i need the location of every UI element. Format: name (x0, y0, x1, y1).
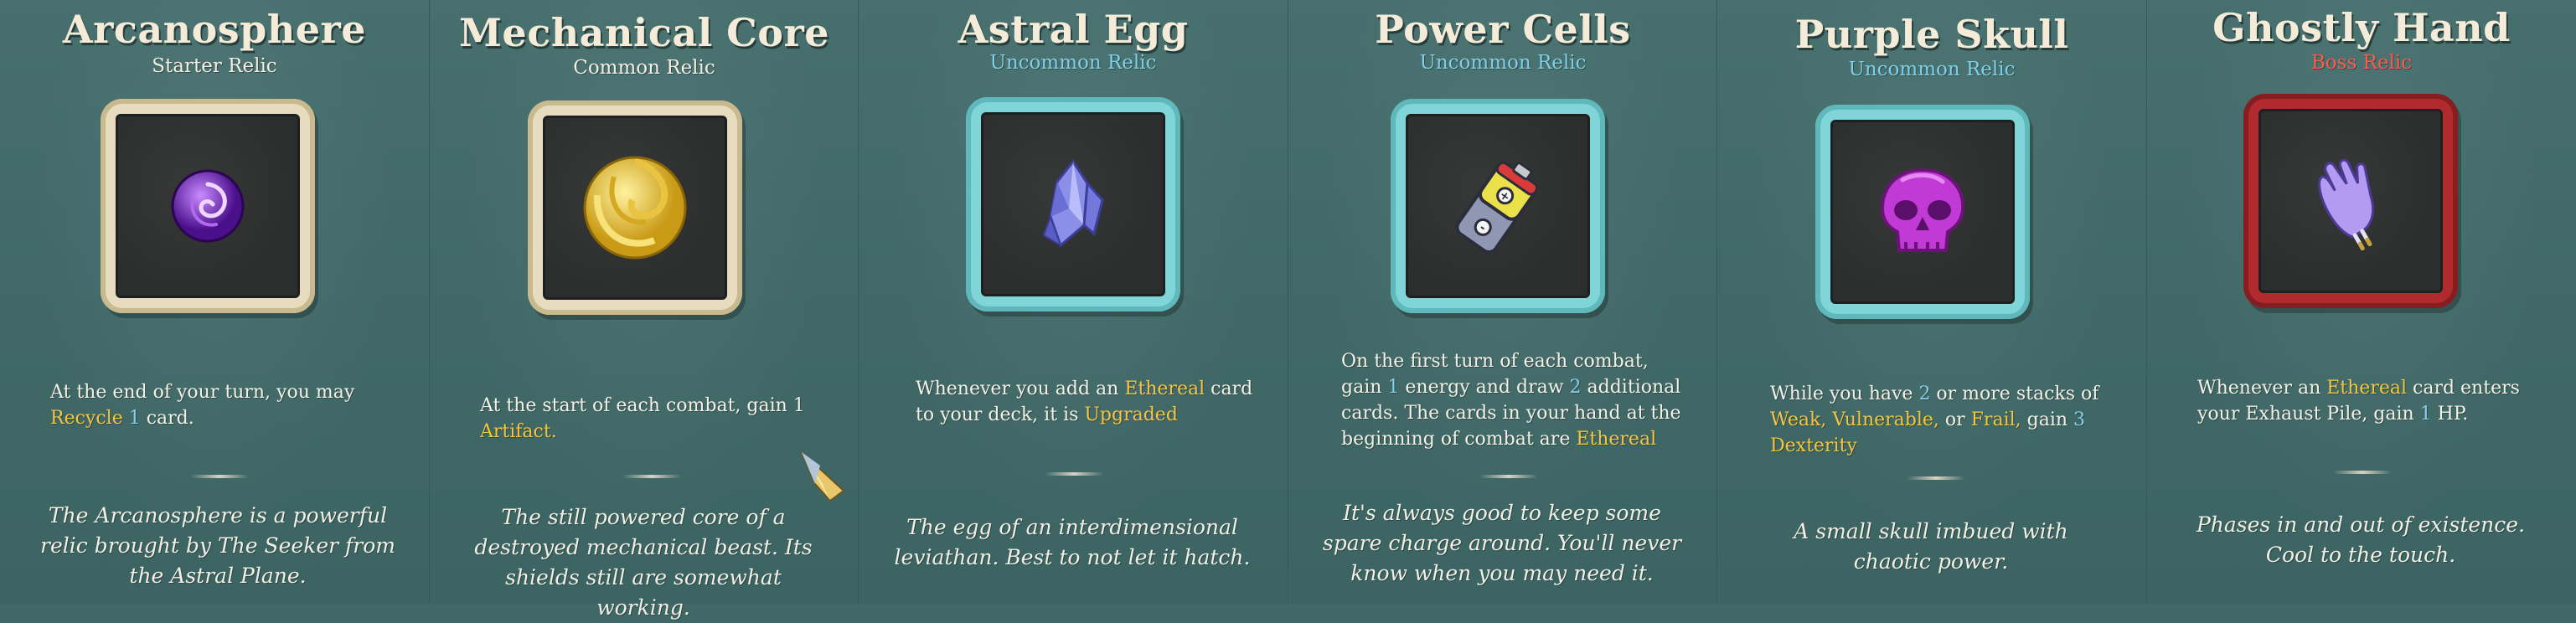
separator (1479, 475, 1538, 478)
relic-rarity: Uncommon Relic (1419, 52, 1587, 74)
relic-frame (528, 100, 742, 315)
ghostly-hand-icon (2318, 158, 2375, 250)
cursor-crystal-icon (801, 451, 845, 502)
golden-spiral-orb-icon (583, 156, 687, 260)
relic-flavor-text: It's always good to keep some spare char… (1322, 501, 1682, 585)
relic-card-astral-egg[interactable]: Astral Egg Uncommon Relic Whenever you a… (859, 0, 1288, 604)
relic-flavor-text: A small skull imbued with chaotic power. (1794, 519, 2068, 574)
relic-frame (966, 97, 1180, 312)
battery-icon: + - (1455, 161, 1539, 254)
relic-title: Astral Egg (958, 7, 1189, 52)
relic-description: While you have 2 or more stacks of Weak,… (1770, 384, 2099, 456)
relic-description: At the end of your turn, you may Recycle… (50, 382, 355, 429)
relic-frame (2243, 94, 2458, 308)
relic-flavor-text: The still powered core of a destroyed me… (474, 505, 813, 620)
relic-frame (1815, 105, 2030, 319)
relic-card-arcanosphere[interactable]: Arcanosphere Starter Relic At the end of… (0, 0, 429, 604)
crystal-egg-icon (1042, 159, 1104, 248)
relic-description: At the start of each combat, gain 1 Arti… (480, 395, 805, 442)
relic-card-mechanical-core[interactable]: Mechanical Core Common Relic At the star… (430, 0, 859, 620)
relic-flavor-text: The egg of an interdimensional leviathan… (894, 515, 1251, 569)
relic-description: Whenever you add an Ethereal card to you… (916, 378, 1253, 425)
relic-frame: + - (1391, 99, 1605, 313)
relic-title: Arcanosphere (62, 7, 367, 52)
relic-rarity: Starter Relic (152, 55, 277, 77)
relic-rarity: Uncommon Relic (989, 52, 1157, 74)
relic-flavor-text: The Arcanosphere is a powerful relic bro… (40, 503, 395, 588)
relic-description: Whenever an Ethereal card enters your Ex… (2197, 378, 2520, 425)
relic-description: On the first turn of each combat, gain 1… (1341, 351, 1681, 450)
relic-rarity: Uncommon Relic (1848, 59, 2016, 80)
relic-rarity: Common Relic (573, 57, 715, 79)
purple-orb-icon (171, 169, 245, 243)
relic-title: Mechanical Core (459, 10, 829, 55)
relic-rarity: Boss Relic (2310, 52, 2413, 74)
relic-title: Power Cells (1375, 7, 1631, 52)
relic-title: Ghostly Hand (2212, 5, 2511, 50)
relic-flavor-text: Phases in and out of existence. Cool to … (2196, 512, 2526, 567)
separator (622, 475, 681, 478)
relic-card-power-cells[interactable]: Power Cells Uncommon Relic + - On the fi… (1288, 0, 1717, 604)
separator (1045, 472, 1103, 476)
purple-skull-icon (1880, 167, 1965, 252)
relic-card-purple-skull[interactable]: Purple Skull Uncommon Relic While you ha… (1717, 0, 2146, 604)
relic-card-ghostly-hand[interactable]: Ghostly Hand Boss Relic Whenever an Ethe… (2147, 0, 2576, 604)
separator (190, 475, 249, 478)
separator (1907, 476, 1965, 480)
separator (2333, 471, 2392, 474)
relic-title: Purple Skull (1794, 12, 2069, 57)
relic-frame (101, 99, 315, 313)
